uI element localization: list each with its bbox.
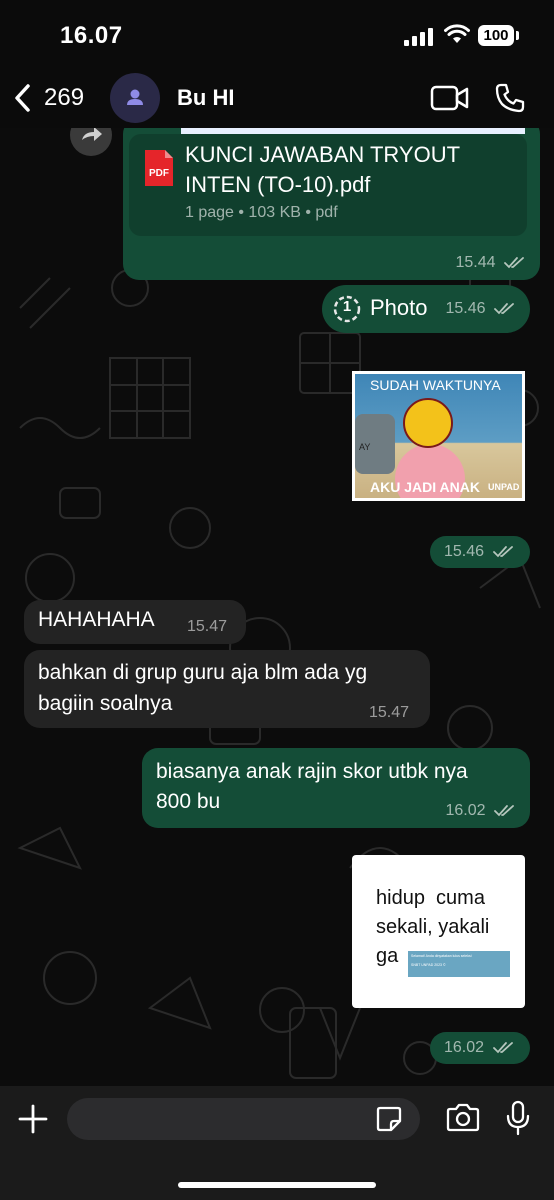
message-time: 15.44 [455, 254, 496, 271]
document-card[interactable]: PDF KUNCI JAWABAN TRYOUT INTEN (TO-10).p… [129, 134, 527, 236]
message-text-line2: bagiin soalnya [38, 692, 173, 715]
status-time: 16.07 [60, 22, 123, 49]
signal-icon [404, 28, 433, 46]
sticker-bottom-text: AKU JADI ANAK [370, 479, 480, 495]
view-once-photo-message[interactable]: 1 Photo 15.46 [322, 285, 530, 333]
message-meta: 15.46 [446, 300, 517, 318]
message-time: 16.02 [444, 1039, 485, 1056]
forward-icon [82, 128, 102, 141]
unread-count[interactable]: 269 [44, 84, 84, 112]
sticker-icon[interactable] [375, 1105, 403, 1133]
avatar[interactable] [110, 73, 160, 123]
plus-icon[interactable] [16, 1102, 50, 1136]
battery-tip [516, 31, 519, 40]
document-filename-line1: KUNCI JAWABAN TRYOUT [185, 142, 461, 167]
camera-icon[interactable] [445, 1103, 481, 1133]
document-filename-line2: INTEN (TO-10).pdf [185, 172, 371, 197]
read-ticks-icon [504, 256, 524, 269]
sticker-tag: UNPAD [488, 482, 520, 492]
sticker-small-text: AY [359, 442, 371, 452]
status-bar: 16.07 100 [0, 0, 554, 70]
message-time: 15.46 [445, 300, 486, 317]
phone-call-icon[interactable] [494, 82, 526, 114]
message-meta: 15.46 [444, 543, 515, 561]
message-time: 15.47 [187, 618, 228, 635]
pdf-icon-label: PDF [149, 168, 169, 179]
sticker-time-pill: 15.46 [430, 536, 530, 568]
read-ticks-icon [494, 804, 514, 817]
view-once-count: 1 [342, 298, 352, 315]
message-text-line1: biasanya anak rajin skor utbk nya [156, 760, 468, 783]
video-call-icon[interactable] [430, 84, 470, 112]
sticker-banner-line2: SNBT UNPAD 2023 © [411, 963, 446, 967]
wifi-icon [444, 24, 470, 43]
document-message[interactable]: PDF KUNCI JAWABAN TRYOUT INTEN (TO-10).p… [123, 128, 540, 280]
message-input[interactable] [67, 1098, 420, 1140]
read-ticks-icon [492, 1041, 513, 1054]
incoming-message[interactable]: HAHAHAHA 15.47 [24, 600, 246, 644]
read-ticks-icon [492, 545, 513, 558]
message-text: HAHAHAHA [38, 608, 155, 631]
sticker-banner-line1: Selamat! Anda dinyatakan lulus seleksi [411, 954, 472, 958]
battery-icon: 100 [478, 25, 514, 46]
forward-button[interactable] [70, 128, 112, 156]
incoming-message[interactable]: bahkan di grup guru aja blm ada yg bagii… [24, 650, 430, 728]
sticker-banner: Selamat! Anda dinyatakan lulus seleksi S… [408, 951, 510, 977]
message-meta: 16.02 [446, 802, 517, 820]
sticker-line2: sekali, yakali [376, 916, 490, 938]
view-once-label: Photo [370, 295, 428, 320]
chat-header: 269 Bu HI [0, 70, 554, 128]
chat-area[interactable]: PDF KUNCI JAWABAN TRYOUT INTEN (TO-10).p… [0, 128, 554, 1086]
message-time: 16.02 [445, 802, 486, 819]
contact-name[interactable]: Bu HI [177, 85, 234, 111]
unpad-logo [403, 398, 453, 448]
message-meta: 16.02 [444, 1039, 515, 1057]
message-text-line2: 800 bu [156, 790, 221, 813]
outgoing-message[interactable]: biasanya anak rajin skor utbk nya 800 bu… [142, 748, 530, 828]
document-info: 1 page • 103 KB • pdf [185, 204, 338, 221]
back-chevron-icon[interactable] [12, 82, 34, 114]
sticker-line1: hidup cuma [376, 887, 485, 909]
message-time: 15.47 [369, 704, 410, 721]
sticker-line3: ga [376, 945, 399, 967]
sticker-hidup-cuma-sekali[interactable]: hidup cuma sekali, yakali ga Selamat! An… [352, 855, 525, 1008]
read-ticks-icon [494, 302, 514, 315]
message-meta: 15.44 [456, 254, 527, 272]
sticker-meme-unpad[interactable]: AY SUDAH WAKTUNYA AKU JADI ANAK UNPAD [352, 371, 525, 501]
message-time: 15.46 [444, 543, 485, 560]
home-indicator[interactable] [178, 1182, 376, 1188]
microphone-icon[interactable] [505, 1100, 531, 1136]
sticker-time-pill: 16.02 [430, 1032, 530, 1064]
message-text-line1: bahkan di grup guru aja blm ada yg [38, 661, 368, 684]
sticker-top-text: SUDAH WAKTUNYA [370, 377, 501, 393]
person-icon [127, 89, 143, 105]
